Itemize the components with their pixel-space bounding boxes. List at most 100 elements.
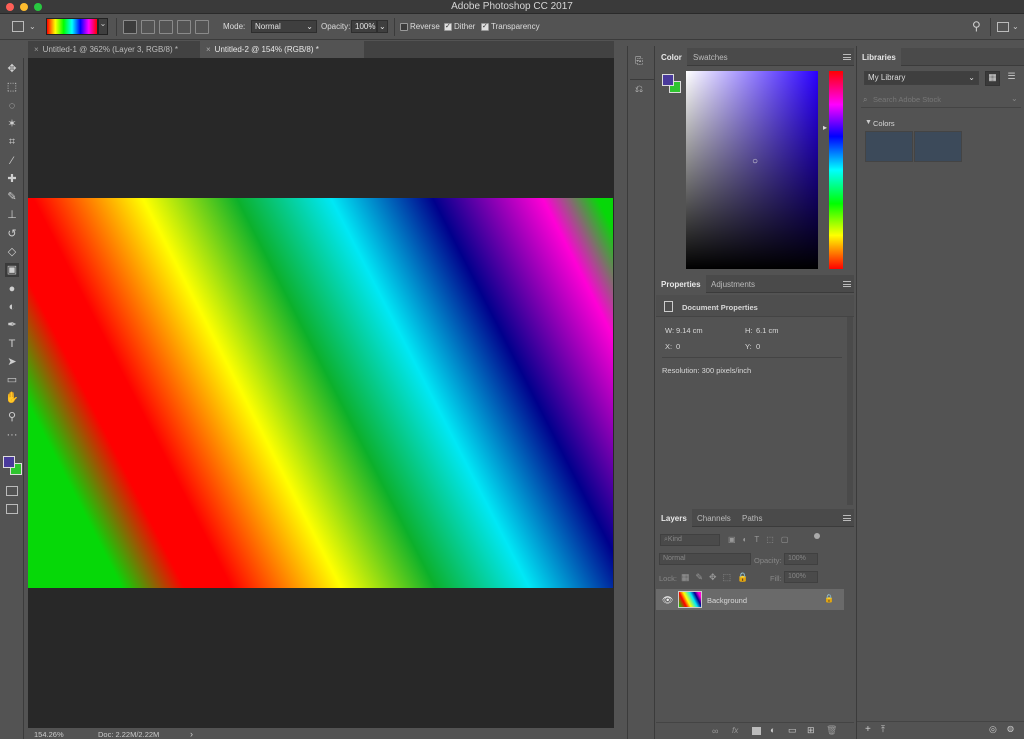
layer-opacity-input[interactable]: 100% [784, 553, 818, 565]
tab-properties[interactable]: Properties [656, 275, 706, 293]
hue-slider[interactable] [829, 71, 843, 269]
fill-input[interactable]: 100% [784, 571, 818, 583]
height-value[interactable]: 6.1 cm [756, 326, 779, 335]
add-icon[interactable]: + [865, 724, 871, 735]
magic-wand-tool[interactable]: ✶ [5, 117, 19, 131]
library-color-swatch[interactable] [865, 131, 913, 162]
search-chevron-icon[interactable]: ⌄ [1011, 94, 1018, 103]
foreground-color-chip[interactable] [662, 74, 674, 86]
status-menu-arrow-icon[interactable]: › [190, 729, 193, 739]
close-tab-icon[interactable]: × [34, 45, 39, 54]
mask-icon[interactable] [752, 727, 761, 735]
close-tab-icon[interactable]: × [206, 45, 211, 54]
chevron-down-icon[interactable]: ⌄ [29, 22, 36, 31]
type-tool[interactable]: T [5, 337, 19, 351]
gradient-preview[interactable] [46, 18, 98, 35]
tab-untitled-1[interactable]: × Untitled-1 @ 362% (Layer 3, RGB/8) * [28, 41, 200, 58]
hue-marker[interactable]: ▸ [823, 123, 827, 132]
color-picker-field[interactable]: ○ [686, 71, 818, 269]
lock-icons[interactable]: ▦✎✥⬚🔒 [681, 572, 754, 583]
eyedropper-tool[interactable]: ⁄ [5, 154, 19, 168]
tab-paths[interactable]: Paths [737, 509, 767, 527]
upload-icon[interactable]: ⤒ [881, 724, 885, 735]
hand-tool[interactable]: ✋ [5, 391, 19, 405]
workspace-icon[interactable] [997, 22, 1009, 32]
mode-select[interactable]: Normal ⌄ [251, 20, 317, 33]
list-view-icon[interactable]: ☰ [1004, 71, 1019, 86]
opacity-input[interactable]: 100% [351, 20, 377, 33]
folder-icon[interactable]: ▭ [788, 725, 797, 736]
clone-stamp-tool[interactable]: ⊥ [5, 208, 19, 222]
eraser-tool[interactable]: ◇ [5, 245, 19, 259]
more-tools[interactable]: ··· [5, 428, 19, 442]
zoom-level[interactable]: 154.26% [34, 730, 64, 739]
reflected-gradient-button[interactable] [177, 20, 191, 34]
trash-icon[interactable]: 🗑 [826, 725, 837, 736]
cc-icon[interactable]: ◍ [1007, 724, 1014, 733]
cloud-sync-icon[interactable]: ◎ [989, 724, 997, 735]
quick-mask-icon[interactable] [6, 486, 18, 496]
tab-channels[interactable]: Channels [692, 509, 736, 527]
properties-scrollbar[interactable] [847, 317, 853, 505]
layer-row-background[interactable]: 👁 Background 🔒 [656, 589, 844, 610]
history-brush-tool[interactable]: ↺ [5, 227, 19, 241]
tab-color[interactable]: Color [656, 48, 687, 66]
dodge-tool[interactable]: ◐ [5, 300, 19, 314]
rectangle-tool[interactable]: ▭ [5, 373, 19, 387]
opacity-chevron-icon[interactable]: ⌄ [377, 20, 388, 33]
healing-brush-tool[interactable]: ✚ [5, 172, 19, 186]
gradient-tool[interactable]: ▣ [5, 263, 19, 278]
history-panel-icon[interactable]: ⎘ [635, 56, 649, 70]
new-layer-icon[interactable]: ⊞ [807, 725, 815, 736]
picker-marker[interactable]: ○ [752, 156, 758, 167]
move-tool[interactable]: ✥ [5, 62, 19, 76]
tab-adjustments[interactable]: Adjustments [706, 275, 760, 293]
tab-untitled-2[interactable]: × Untitled-2 @ 154% (RGB/8) * [200, 41, 364, 58]
panel-menu-icon[interactable] [843, 281, 851, 287]
blur-tool[interactable]: ● [5, 282, 19, 296]
foreground-color-swatch[interactable] [3, 456, 15, 468]
radial-gradient-button[interactable] [141, 20, 155, 34]
transparency-checkbox[interactable] [481, 22, 489, 31]
eye-icon[interactable]: 👁 [662, 595, 673, 606]
x-value[interactable]: 0 [676, 342, 680, 351]
tab-libraries[interactable]: Libraries [857, 48, 901, 66]
y-value[interactable]: 0 [756, 342, 760, 351]
library-select[interactable]: My Library ⌄ [864, 71, 979, 85]
layer-filter-icons[interactable]: ▣◐T⬚▢ [728, 535, 795, 544]
panel-menu-icon[interactable] [843, 515, 851, 521]
diamond-gradient-button[interactable] [195, 20, 209, 34]
panel-menu-icon[interactable] [843, 54, 851, 60]
layer-name[interactable]: Background [707, 596, 747, 605]
crop-tool[interactable]: ⌗ [5, 135, 19, 149]
grid-view-icon[interactable]: ▦ [985, 71, 1000, 86]
gradient-picker-chevron-icon[interactable]: ⌄ [98, 18, 108, 35]
linear-gradient-button[interactable] [123, 20, 137, 34]
screen-mode-icon[interactable] [6, 504, 18, 514]
width-value[interactable]: 9.14 cm [676, 326, 703, 335]
zoom-tool[interactable]: ⚲ [5, 410, 19, 424]
adjustment-icon[interactable]: ◐ [770, 725, 775, 735]
workspace-chevron-icon[interactable]: ⌄ [1012, 22, 1019, 31]
link-icon[interactable]: ∞ [712, 726, 718, 736]
path-selection-tool[interactable]: ➤ [5, 355, 19, 369]
library-color-swatch[interactable] [914, 131, 962, 162]
collapse-triangle-icon[interactable]: ▼ [865, 119, 872, 126]
filter-toggle-icon[interactable] [814, 533, 820, 539]
tab-swatches[interactable]: Swatches [688, 48, 733, 66]
blend-mode-select[interactable]: Normal [659, 553, 751, 565]
angle-gradient-button[interactable] [159, 20, 173, 34]
search-icon[interactable]: ⚲ [972, 19, 981, 33]
document-image[interactable] [28, 198, 613, 588]
kind-filter-select[interactable]: ⌕Kind [660, 534, 720, 546]
brush-tool[interactable]: ✎ [5, 190, 19, 204]
dither-checkbox[interactable] [444, 22, 452, 31]
stock-search-input[interactable]: Search Adobe Stock [873, 95, 941, 104]
lasso-tool[interactable]: ◌ [5, 99, 19, 113]
fx-icon[interactable]: fx [732, 726, 738, 735]
actions-panel-icon[interactable]: ⎌ [635, 84, 649, 98]
tool-preset-icon[interactable] [12, 21, 24, 32]
reverse-checkbox[interactable] [400, 23, 408, 31]
pen-tool[interactable]: ✒ [5, 318, 19, 332]
background-color-swatch[interactable] [664, 128, 675, 139]
